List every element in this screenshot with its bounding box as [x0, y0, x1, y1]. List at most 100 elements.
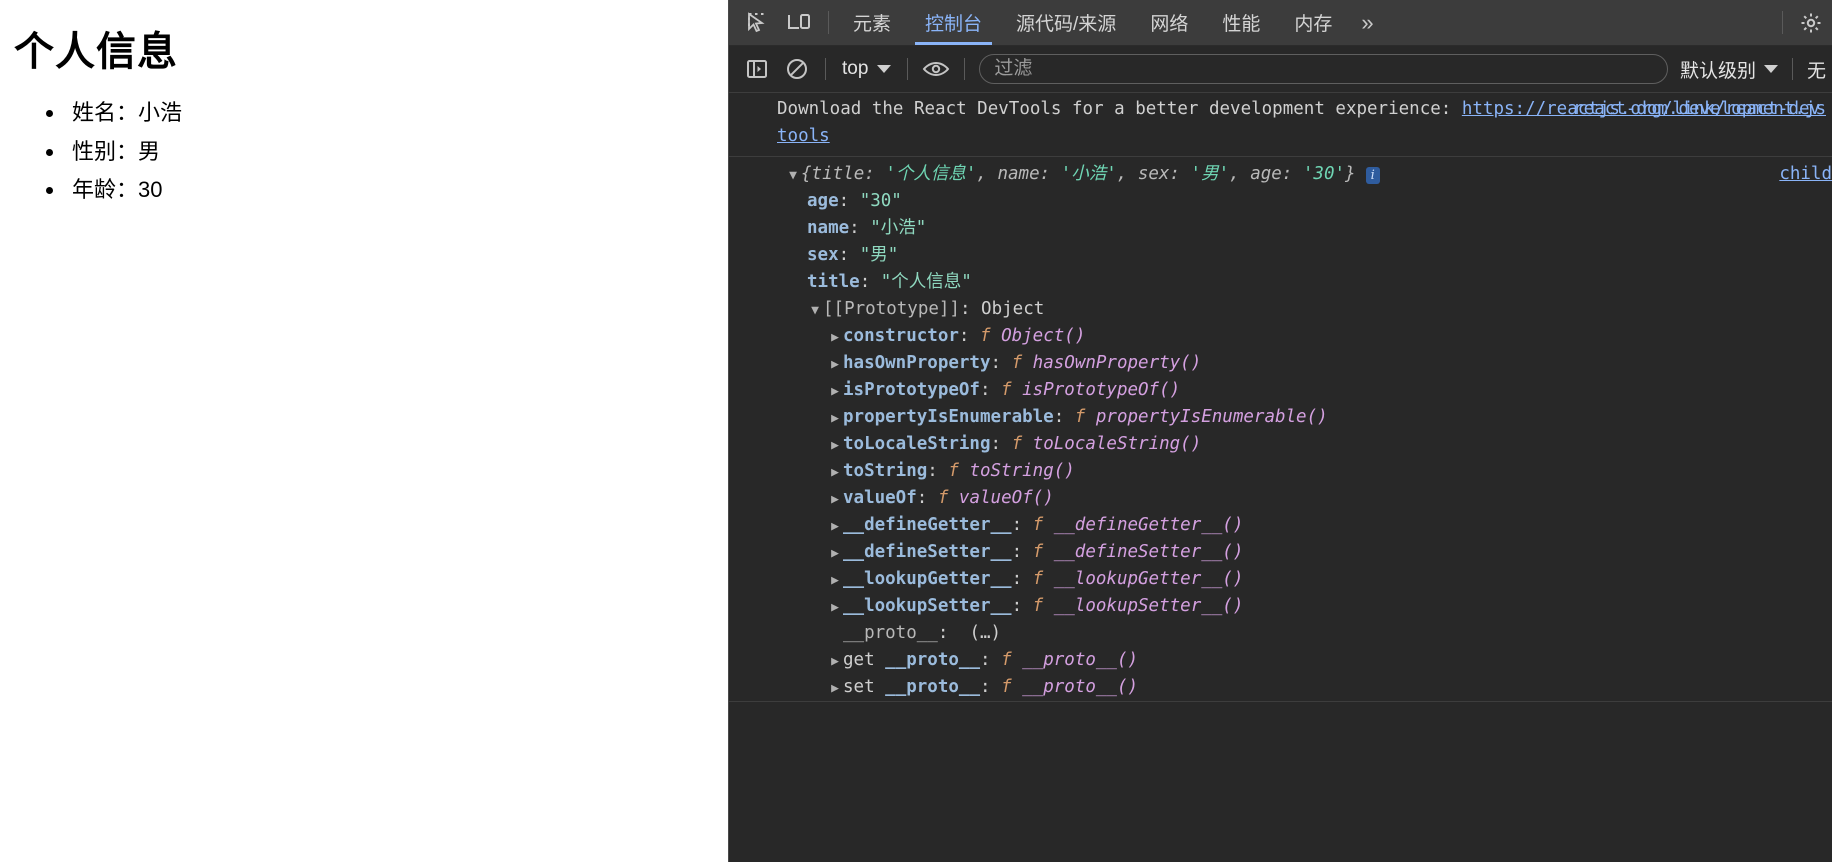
- object-property-row[interactable]: title: "个人信息": [729, 269, 1832, 296]
- object-source-link[interactable]: child: [1779, 161, 1832, 188]
- devtools-tabbar: 元素 控制台 源代码/来源 网络 性能 内存 »: [729, 0, 1832, 46]
- accessor-row[interactable]: ▶ get __proto__: f __proto__(): [729, 647, 1832, 674]
- clear-console-icon[interactable]: [777, 49, 817, 89]
- object-property-row[interactable]: age: "30": [729, 188, 1832, 215]
- object-property-row[interactable]: name: "小浩": [729, 215, 1832, 242]
- tab-memory[interactable]: 内存: [1277, 0, 1349, 45]
- member-value: __lookupSetter__(): [1053, 596, 1244, 616]
- prototype-member-row[interactable]: ▶ toLocaleString: f toLocaleString(): [729, 431, 1832, 458]
- preview-open-brace: {: [801, 164, 812, 184]
- accessor-row[interactable]: ▶ set __proto__: f __proto__(): [729, 674, 1832, 701]
- prototype-member-row[interactable]: ▶ __defineSetter__: f __defineSetter__(): [729, 539, 1832, 566]
- issues-label: 无: [1806, 60, 1826, 82]
- prototype-member-row[interactable]: ▶ propertyIsEnumerable: f propertyIsEnum…: [729, 404, 1832, 431]
- proto-value[interactable]: (…): [969, 620, 1001, 647]
- preview-close-brace: }: [1345, 164, 1356, 184]
- prototype-member-row[interactable]: ▶ toString: f toString(): [729, 458, 1832, 485]
- message-body: Download the React DevTools for a better…: [777, 99, 1462, 119]
- preview-value: '男': [1190, 164, 1230, 184]
- prototype-member-row[interactable]: ▶ __lookupSetter__: f __lookupSetter__(): [729, 593, 1832, 620]
- list-item: 性别：男: [66, 133, 704, 172]
- member-key: propertyIsEnumerable: [843, 407, 1054, 427]
- accessor-value: __proto__(): [1022, 650, 1139, 670]
- expand-arrow-icon[interactable]: ▶: [827, 432, 843, 459]
- tab-label: 源代码/来源: [1016, 14, 1117, 35]
- toolbar-divider: [964, 58, 966, 80]
- tab-network[interactable]: 网络: [1133, 0, 1205, 45]
- property-value: "男": [859, 245, 899, 265]
- proto-plain-row[interactable]: ▶ __proto__: (…): [729, 620, 1832, 647]
- issues-status[interactable]: 无: [1801, 56, 1832, 83]
- accessor-kind: set: [843, 677, 875, 697]
- tab-performance[interactable]: 性能: [1205, 0, 1277, 45]
- tab-label: 内存: [1294, 14, 1333, 35]
- expand-arrow-icon[interactable]: ▼: [807, 297, 823, 324]
- filter-input[interactable]: [979, 54, 1668, 84]
- log-level-label: 默认级别: [1679, 60, 1756, 82]
- list-item: 年龄：30: [66, 171, 704, 210]
- accessor-value: __proto__(): [1022, 677, 1139, 697]
- tab-elements[interactable]: 元素: [836, 0, 908, 45]
- message-source-link[interactable]: react-dom.development.js: [1573, 96, 1826, 123]
- object-property-row[interactable]: sex: "男": [729, 242, 1832, 269]
- preview-value: '小浩': [1060, 164, 1117, 184]
- expand-arrow-icon[interactable]: ▶: [827, 324, 843, 351]
- execution-context-selector[interactable]: top: [834, 58, 899, 80]
- console-message-object: ▼ {title: '个人信息', name: '小浩', sex: '男', …: [729, 157, 1832, 702]
- device-toolbar-icon[interactable]: [779, 0, 821, 45]
- web-page-viewport: 个人信息 姓名：小浩 性别：男 年龄：30: [0, 0, 728, 862]
- expand-arrow-icon[interactable]: ▶: [827, 405, 843, 432]
- object-preview: {title: '个人信息', name: '小浩', sex: '男', ag…: [801, 164, 1356, 184]
- console-sidebar-icon[interactable]: [737, 49, 777, 89]
- expand-arrow-icon[interactable]: ▶: [827, 378, 843, 405]
- gear-icon[interactable]: [1790, 0, 1832, 45]
- page-title: 个人信息: [14, 30, 178, 74]
- accessor-key: __proto__: [885, 650, 980, 670]
- tab-label: 控制台: [925, 14, 983, 35]
- toolbar-divider: [1791, 58, 1793, 80]
- expand-arrow-icon[interactable]: ▶: [827, 459, 843, 486]
- expand-arrow-icon[interactable]: ▼: [785, 162, 801, 189]
- info-badge-icon[interactable]: i: [1365, 167, 1380, 184]
- member-key: __defineSetter__: [843, 542, 1012, 562]
- prototype-member-row[interactable]: ▶ valueOf: f valueOf(): [729, 485, 1832, 512]
- prototype-member-row[interactable]: ▶ hasOwnProperty: f hasOwnProperty(): [729, 350, 1832, 377]
- tabbar-right-actions: [1775, 0, 1832, 45]
- prototype-member-row[interactable]: ▶ isPrototypeOf: f isPrototypeOf(): [729, 377, 1832, 404]
- member-value: __defineGetter__(): [1053, 515, 1244, 535]
- member-key: hasOwnProperty: [843, 353, 991, 373]
- expand-arrow-icon[interactable]: ▶: [827, 648, 843, 675]
- property-value: "小浩": [870, 218, 927, 238]
- tab-sources[interactable]: 源代码/来源: [999, 0, 1133, 45]
- preview-value: '个人信息': [885, 164, 977, 184]
- member-key: toString: [843, 461, 928, 481]
- more-tabs-button[interactable]: »: [1349, 0, 1383, 45]
- inspect-element-icon[interactable]: [737, 0, 779, 45]
- prototype-member-row[interactable]: ▶ __defineGetter__: f __defineGetter__(): [729, 512, 1832, 539]
- prototype-member-row[interactable]: ▶ constructor: f Object(): [729, 323, 1832, 350]
- toolbar-divider: [907, 58, 909, 80]
- member-value: valueOf(): [958, 488, 1054, 508]
- expand-arrow-icon[interactable]: ▶: [827, 675, 843, 702]
- expand-arrow-icon[interactable]: ▶: [827, 351, 843, 378]
- chevron-down-icon: [1763, 65, 1778, 73]
- expand-arrow-icon[interactable]: ▶: [827, 567, 843, 594]
- expand-arrow-icon[interactable]: ▶: [827, 594, 843, 621]
- tab-label: 元素: [853, 14, 892, 35]
- expand-arrow-icon[interactable]: ▶: [827, 486, 843, 513]
- live-expression-eye-icon[interactable]: [916, 49, 956, 89]
- log-level-selector[interactable]: 默认级别: [1674, 56, 1784, 83]
- prototype-member-row[interactable]: ▶ __lookupGetter__: f __lookupGetter__(): [729, 566, 1832, 593]
- prototype-value: Object: [981, 299, 1045, 319]
- member-value: __defineSetter__(): [1053, 542, 1244, 562]
- prototype-row[interactable]: ▼ [[Prototype]]: Object: [729, 296, 1832, 323]
- toolbar-divider: [825, 58, 826, 80]
- chevron-down-icon: [877, 65, 892, 73]
- tab-console[interactable]: 控制台: [908, 0, 999, 45]
- expand-arrow-icon[interactable]: ▶: [827, 540, 843, 567]
- member-key: __lookupSetter__: [843, 596, 1012, 616]
- object-preview-row[interactable]: ▼ {title: '个人信息', name: '小浩', sex: '男', …: [729, 161, 1832, 188]
- console-message-list[interactable]: react-dom.development.js Download the Re…: [729, 93, 1832, 862]
- expand-arrow-icon[interactable]: ▶: [827, 513, 843, 540]
- property-value: "30": [859, 191, 902, 211]
